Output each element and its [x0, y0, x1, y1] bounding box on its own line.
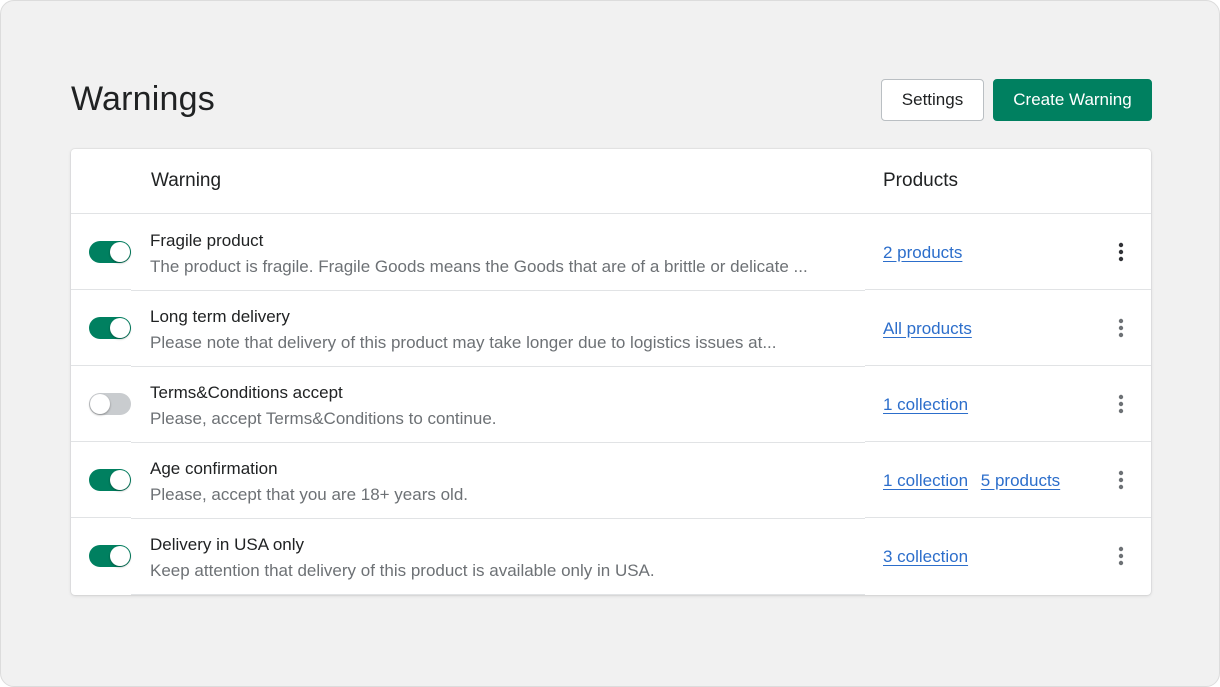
collection-link[interactable]: 3 collection — [883, 547, 968, 566]
warning-enabled-toggle[interactable] — [89, 469, 131, 491]
table-row: Long term delivery Please note that deli… — [71, 290, 1151, 367]
warning-title: Age confirmation — [150, 459, 278, 478]
page-title: Warnings — [71, 80, 215, 118]
create-warning-button[interactable]: Create Warning — [993, 79, 1152, 121]
vertical-dots-icon[interactable] — [1113, 544, 1129, 568]
products-links: 1 collection — [883, 394, 976, 416]
warning-description: Keep attention that delivery of this pro… — [150, 561, 655, 580]
warning-enabled-toggle[interactable] — [89, 317, 131, 339]
settings-button[interactable]: Settings — [881, 79, 984, 121]
warning-enabled-toggle[interactable] — [89, 241, 131, 263]
vertical-dots-icon[interactable] — [1113, 468, 1129, 492]
toggle-knob — [90, 394, 110, 414]
warning-enabled-toggle[interactable] — [89, 545, 131, 567]
row-divider — [131, 594, 865, 595]
column-header-products: Products — [883, 170, 958, 191]
vertical-dots-icon[interactable] — [1113, 392, 1129, 416]
toggle-knob — [110, 318, 130, 338]
products-links: 2 products — [883, 242, 970, 264]
warning-title: Delivery in USA only — [150, 535, 305, 554]
warning-description: Please, accept that you are 18+ years ol… — [150, 485, 469, 504]
table-row: Age confirmation Please, accept that you… — [71, 442, 1151, 519]
products-link[interactable]: 2 products — [883, 243, 962, 262]
products-link[interactable]: All products — [883, 319, 972, 338]
products-links: 3 collection — [883, 546, 976, 568]
warning-description: Please, accept Terms&Conditions to conti… — [150, 409, 497, 428]
vertical-dots-icon[interactable] — [1113, 240, 1129, 264]
warnings-table: Warning Products Fragile product The pro… — [71, 149, 1151, 595]
toggle-knob — [110, 470, 130, 490]
table-row: Fragile product The product is fragile. … — [71, 214, 1151, 291]
table-row: Terms&Conditions accept Please, accept T… — [71, 366, 1151, 443]
toggle-knob — [110, 242, 130, 262]
products-links: 1 collection 5 products — [883, 470, 1068, 492]
warning-description: The product is fragile. Fragile Goods me… — [150, 257, 808, 276]
app-frame: Warnings Settings Create Warning Warning… — [0, 0, 1220, 687]
warning-enabled-toggle[interactable] — [89, 393, 131, 415]
products-links: All products — [883, 318, 980, 340]
products-link[interactable]: 5 products — [981, 471, 1060, 490]
warning-title: Fragile product — [150, 231, 264, 250]
collection-link[interactable]: 1 collection — [883, 471, 968, 490]
table-header: Warning Products — [71, 149, 1151, 214]
column-header-warning: Warning — [151, 170, 222, 191]
warning-title: Long term delivery — [150, 307, 290, 326]
warning-title: Terms&Conditions accept — [150, 383, 343, 402]
toggle-knob — [110, 546, 130, 566]
table-row: Delivery in USA only Keep attention that… — [71, 518, 1151, 595]
warning-description: Please note that delivery of this produc… — [150, 333, 777, 352]
collection-link[interactable]: 1 collection — [883, 395, 968, 414]
vertical-dots-icon[interactable] — [1113, 316, 1129, 340]
